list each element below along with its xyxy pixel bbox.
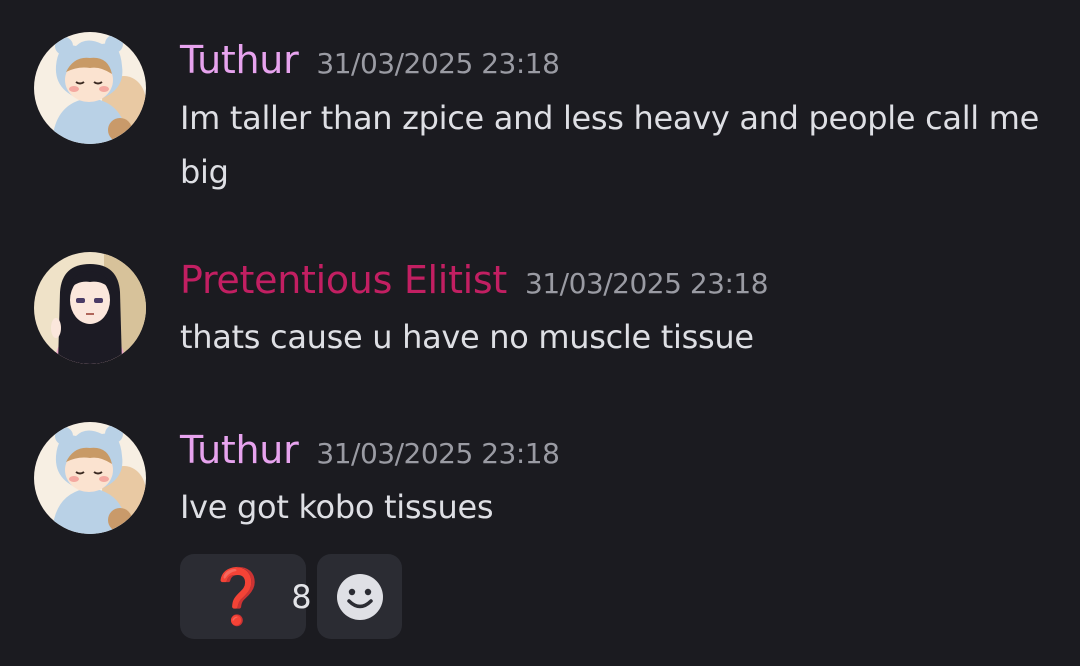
username[interactable]: Tuthur <box>180 38 299 82</box>
username[interactable]: Pretentious Elitist <box>180 258 507 302</box>
reaction-count: 8 <box>291 577 312 616</box>
avatar[interactable] <box>34 32 146 144</box>
timestamp: 31/03/2025 23:18 <box>316 47 560 80</box>
question-mark-icon: ❓ <box>204 564 272 628</box>
timestamp: 31/03/2025 23:18 <box>316 437 560 470</box>
message-text: Ive got kobo tissues <box>180 488 494 526</box>
reaction-bar: ❓ 8 <box>180 554 402 639</box>
message-header: Pretentious Elitist 31/03/2025 23:18 <box>180 258 769 308</box>
message-text: thats cause u have no muscle tissue <box>180 318 754 356</box>
username[interactable]: Tuthur <box>180 428 299 472</box>
avatar[interactable] <box>34 422 146 534</box>
chat-messages: Tuthur 31/03/2025 23:18 Im taller than zp… <box>0 0 1080 666</box>
avatar[interactable] <box>34 252 146 364</box>
elitist-avatar-icon <box>34 252 146 364</box>
message-text: Im taller than zpice and less heavy and … <box>180 99 1040 191</box>
add-reaction-smile-icon <box>335 572 385 622</box>
message-header: Tuthur 31/03/2025 23:18 <box>180 38 560 88</box>
question-reaction-button[interactable]: ❓ 8 <box>180 554 312 639</box>
tuthur-avatar-icon <box>34 422 146 534</box>
message-header: Tuthur 31/03/2025 23:18 <box>180 428 560 478</box>
tuthur-avatar-icon <box>34 32 146 144</box>
add-reaction-button[interactable] <box>317 554 402 639</box>
timestamp: 31/03/2025 23:18 <box>525 267 769 300</box>
